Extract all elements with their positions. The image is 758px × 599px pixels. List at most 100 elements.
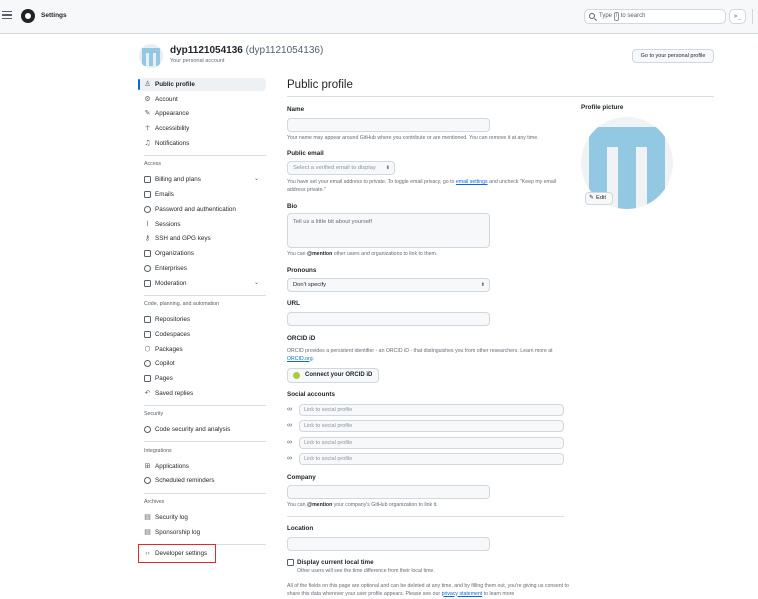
link-icon: ∞ <box>287 422 292 429</box>
sidebar-item-billing[interactable]: Billing and plans ⌄ <box>138 173 266 186</box>
sidebar-item-code-security[interactable]: Code security and analysis <box>138 423 266 436</box>
sidebar-item-ssh-keys[interactable]: ⚷ SSH and GPG keys <box>138 232 266 245</box>
package-icon: ⬡ <box>144 345 151 353</box>
command-palette-button[interactable]: >_ <box>729 9 746 24</box>
codespaces-icon <box>144 331 151 338</box>
social-account-row: ∞ Link to social profile <box>287 420 564 432</box>
sidebar-item-enterprises[interactable]: Enterprises <box>138 262 266 275</box>
url-input[interactable] <box>287 312 490 326</box>
bio-help-text: You can @mention other users and organiz… <box>287 251 438 257</box>
sidebar-item-password[interactable]: Password and authentication <box>138 203 266 216</box>
sidebar-item-accessibility[interactable]: ☥ Accessibility <box>138 122 266 135</box>
link-icon: ∞ <box>287 455 292 462</box>
sidebar-divider <box>144 493 266 494</box>
sidebar-item-moderation[interactable]: Moderation ⌄ <box>138 277 266 290</box>
search-input[interactable]: Type / to search <box>584 9 726 24</box>
sidebar-item-sessions[interactable]: ⌇ Sessions <box>138 218 266 231</box>
broadcast-icon: ⌇ <box>145 220 150 228</box>
local-time-help-text: Other users will see the time difference… <box>297 568 435 574</box>
chevron-down-icon[interactable]: ⌄ <box>254 277 259 290</box>
organization-icon <box>144 250 151 257</box>
url-label: URL <box>287 300 300 307</box>
account-name: dyp1121054136 (dyp1121054136) <box>170 45 324 56</box>
email-settings-link[interactable]: email settings <box>456 179 488 185</box>
sidebar-item-sponsorship-log[interactable]: ▤ Sponsorship log <box>138 526 266 539</box>
chevron-down-icon[interactable]: ⌄ <box>254 173 259 186</box>
sidebar-heading-integrations: Integrations <box>144 448 172 454</box>
privacy-statement-link[interactable]: privacy statement <box>442 591 483 597</box>
connect-orcid-button[interactable]: Connect your ORCID iD <box>287 368 379 383</box>
company-input[interactable] <box>287 485 490 499</box>
sidebar-item-repositories[interactable]: Repositories <box>138 313 266 326</box>
sidebar-item-security-log[interactable]: ▤ Security log <box>138 511 266 524</box>
sidebar-divider <box>144 295 266 296</box>
public-email-help-text: You have set your email address to priva… <box>287 179 557 193</box>
sidebar-divider <box>144 405 266 406</box>
public-email-select[interactable]: Select a verified email to display ⬍ <box>287 161 395 175</box>
sidebar-heading-access: Access <box>144 161 162 167</box>
mail-icon <box>144 191 151 198</box>
orcid-logo-icon <box>293 372 300 379</box>
log-icon: ▤ <box>144 513 151 521</box>
sidebar-heading-code: Code, planning, and automation <box>144 301 220 307</box>
location-input[interactable] <box>287 537 490 551</box>
sidebar-item-applications[interactable]: ⊞ Applications <box>138 460 266 473</box>
gear-icon: ⚙ <box>144 95 151 103</box>
company-label: Company <box>287 474 316 481</box>
sidebar-divider <box>144 441 266 442</box>
account-subtitle: Your personal account <box>170 58 225 64</box>
heading-divider <box>287 96 714 97</box>
social-account-input[interactable]: Link to social profile <box>299 404 564 416</box>
sidebar-item-emails[interactable]: Emails <box>138 188 266 201</box>
person-icon: ♙ <box>144 80 151 88</box>
go-to-profile-button[interactable]: Go to your personal profile <box>632 49 714 63</box>
copilot-icon <box>144 360 151 367</box>
local-time-label[interactable]: Display current local time <box>297 559 374 566</box>
social-account-input[interactable]: Link to social profile <box>299 453 564 465</box>
sidebar-item-notifications[interactable]: ♫ Notifications <box>138 137 266 150</box>
search-icon <box>589 13 595 19</box>
pronouns-select[interactable]: Don't specify ⬍ <box>287 278 490 292</box>
paintbrush-icon: ✎ <box>144 109 151 117</box>
section-divider <box>287 516 564 517</box>
accessibility-icon: ☥ <box>144 124 151 132</box>
hamburger-menu-icon[interactable] <box>2 11 12 21</box>
social-account-input[interactable]: Link to social profile <box>299 420 564 432</box>
sidebar-heading-security: Security <box>144 411 164 417</box>
account-avatar[interactable] <box>139 44 163 68</box>
link-icon: ∞ <box>287 439 292 446</box>
github-logo-icon[interactable] <box>21 9 35 23</box>
name-label: Name <box>287 106 305 113</box>
sidebar-item-codespaces[interactable]: Codespaces <box>138 328 266 341</box>
developer-settings-highlight-box <box>138 544 216 563</box>
public-email-label: Public email <box>287 150 324 157</box>
sidebar-item-scheduled-reminders[interactable]: Scheduled reminders <box>138 474 266 487</box>
pencil-icon: ✎ <box>589 195 595 201</box>
social-accounts-label: Social accounts <box>287 391 335 398</box>
sidebar-item-pages[interactable]: Pages <box>138 372 266 385</box>
footer-disclaimer: All of the fields on this page are optio… <box>287 583 569 597</box>
edit-profile-picture-button[interactable]: ✎ Edit <box>585 192 613 205</box>
sidebar-item-packages[interactable]: ⬡ Packages <box>138 343 266 356</box>
company-help-text: You can @mention your company's GitHub o… <box>287 502 438 508</box>
sidebar-divider <box>144 155 266 156</box>
orcid-link[interactable]: ORCID.org <box>287 356 313 362</box>
sidebar-item-public-profile[interactable]: ♙ Public profile <box>138 78 266 91</box>
name-input[interactable] <box>287 118 490 132</box>
main-heading: Public profile <box>287 79 353 91</box>
shield-lock-icon <box>144 206 151 213</box>
sidebar-item-copilot[interactable]: Copilot <box>138 357 266 370</box>
reply-icon: ↶ <box>144 389 151 397</box>
sidebar-item-account[interactable]: ⚙ Account <box>138 93 266 106</box>
bio-textarea[interactable]: Tell us a little bit about yourself <box>287 213 490 248</box>
social-account-input[interactable]: Link to social profile <box>299 437 564 449</box>
top-bar: Settings Type / to search >_ <box>0 0 758 34</box>
report-icon <box>144 280 151 287</box>
sidebar-item-saved-replies[interactable]: ↶ Saved replies <box>138 387 266 400</box>
sidebar-item-appearance[interactable]: ✎ Appearance <box>138 107 266 120</box>
link-icon: ∞ <box>287 406 292 413</box>
local-time-checkbox[interactable] <box>287 559 294 566</box>
profile-picture-label: Profile picture <box>581 104 624 111</box>
sidebar-item-organizations[interactable]: Organizations <box>138 247 266 260</box>
slash-key-hint: / <box>613 12 620 21</box>
